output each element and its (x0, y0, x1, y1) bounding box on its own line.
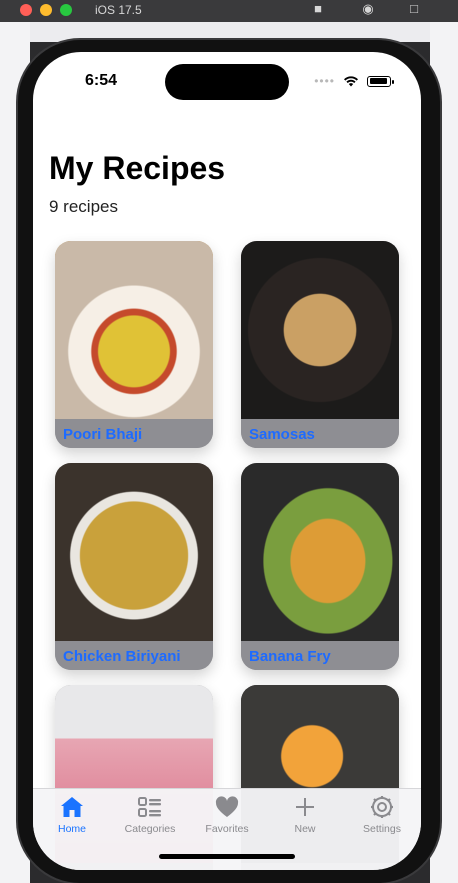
simulator-title-bar: iOS 17.5 ■ ◉ □ (0, 0, 458, 22)
tab-settings[interactable]: Settings (343, 789, 421, 839)
rotate-button[interactable]: □ (404, 0, 424, 18)
simulator-title: iOS 17.5 (95, 3, 142, 17)
plus-icon (296, 798, 314, 816)
tab-label: New (294, 823, 316, 835)
tab-categories[interactable]: Categories (111, 789, 189, 839)
dynamic-island (165, 64, 289, 100)
screenshot-button[interactable]: ◉ (358, 0, 378, 18)
tab-new[interactable]: New (266, 789, 344, 839)
tab-favorites[interactable]: Favorites (188, 789, 266, 839)
recipe-count: 9 recipes (49, 197, 118, 216)
cellular-icon: •••• (314, 74, 335, 88)
home-indicator (159, 854, 295, 859)
recipe-name: Poori Bhaji (63, 426, 143, 443)
wifi-icon (344, 76, 358, 87)
status-indicators: •••• (314, 74, 394, 88)
recipe-card-samosas[interactable]: Samosas (241, 241, 399, 448)
tab-label: Categories (124, 823, 176, 835)
recipe-photo (55, 463, 213, 641)
recipe-card-chicken-biriyani[interactable]: Chicken Biriyani (55, 463, 213, 670)
recipe-name: Banana Fry (249, 648, 331, 665)
home-button[interactable]: ■ (308, 0, 328, 18)
tab-label: Home (57, 823, 86, 835)
recipe-photo (241, 463, 399, 641)
minimize-window-button[interactable] (40, 4, 52, 16)
page-title: My Recipes (49, 150, 226, 186)
house-icon (61, 797, 83, 817)
tab-label: Settings (363, 823, 401, 835)
heart-icon (215, 796, 239, 817)
zoom-window-button[interactable] (60, 4, 72, 16)
editor-background-top (0, 22, 458, 42)
list-icon (138, 797, 161, 817)
tab-home[interactable]: Home (33, 789, 111, 839)
close-window-button[interactable] (20, 4, 32, 16)
status-time: 6:54 (85, 72, 118, 89)
recipe-photo (55, 241, 213, 419)
recipe-card-banana-fry[interactable]: Banana Fry (241, 463, 399, 670)
battery-icon (367, 75, 394, 87)
recipe-name: Samosas (249, 426, 315, 443)
gear-icon (371, 796, 393, 818)
phone-screen: 6:54 •••• My Recipes 9 recipes Poori Bha… (33, 52, 421, 870)
recipe-photo (241, 241, 399, 419)
recipe-card-poori-bhaji[interactable]: Poori Bhaji (55, 241, 213, 448)
tab-label: Favorites (205, 823, 249, 835)
recipe-name: Chicken Biriyani (63, 648, 181, 665)
